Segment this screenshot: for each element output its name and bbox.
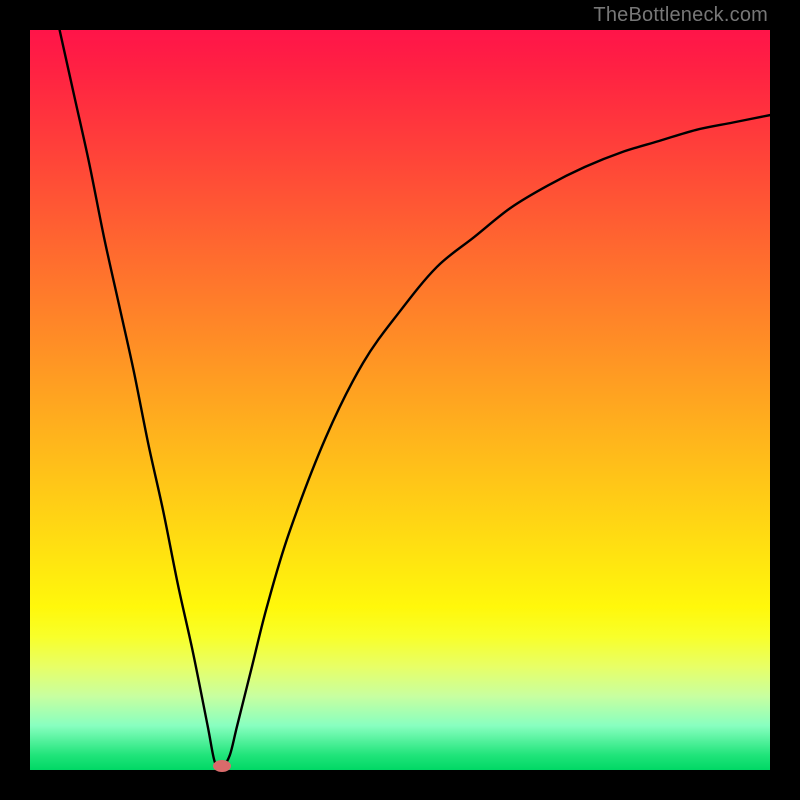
watermark-text: TheBottleneck.com bbox=[593, 4, 768, 27]
plot-area bbox=[30, 30, 770, 770]
bottleneck-curve bbox=[60, 30, 770, 767]
chart-frame: TheBottleneck.com bbox=[0, 0, 800, 800]
minimum-marker bbox=[213, 760, 231, 772]
curve-svg bbox=[30, 30, 770, 770]
